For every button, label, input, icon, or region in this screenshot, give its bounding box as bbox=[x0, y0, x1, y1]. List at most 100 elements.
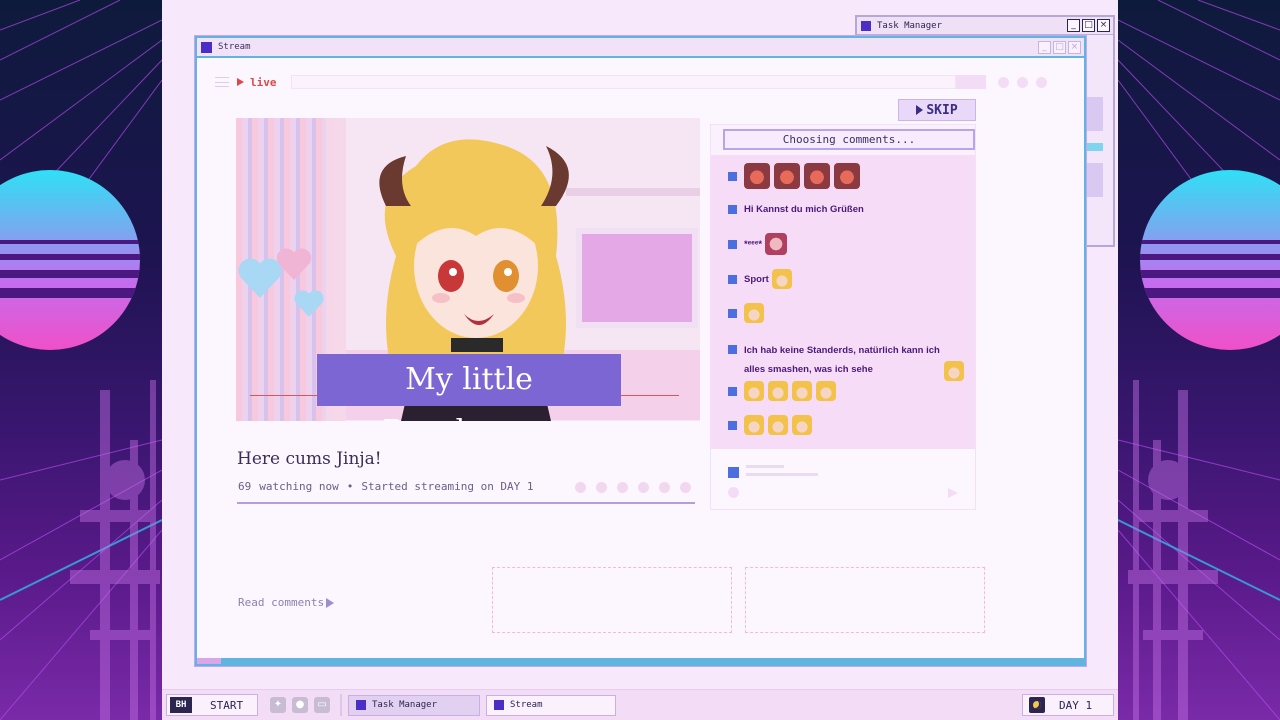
live-label: live bbox=[250, 75, 277, 89]
day-label: DAY 1 bbox=[1059, 698, 1093, 712]
window-icon bbox=[201, 41, 212, 53]
window-icon bbox=[861, 20, 871, 31]
video-caption: My little Pogchamps bbox=[317, 354, 621, 421]
taskbar: BH START ✦ ● ▭ Task Manager Stream DAY 1 bbox=[162, 689, 1118, 720]
chat-message[interactable] bbox=[728, 303, 768, 323]
emote-icon bbox=[768, 381, 788, 401]
desktop: Task Manager _ □ × Stream _ □ × live My … bbox=[162, 0, 1118, 720]
emote-icon bbox=[744, 163, 770, 189]
address-bar[interactable] bbox=[290, 75, 956, 89]
divider bbox=[237, 502, 695, 504]
twitter-icon[interactable]: ✦ bbox=[270, 697, 286, 713]
user-icon bbox=[728, 467, 739, 478]
emote-icon bbox=[771, 269, 792, 289]
stream-titlebar[interactable]: Stream _ □ × bbox=[197, 38, 1084, 58]
hamburger-icon[interactable] bbox=[215, 77, 229, 87]
chat-message[interactable] bbox=[728, 381, 840, 401]
started-label: Started streaming on DAY 1 bbox=[361, 480, 534, 493]
taskbar-separator bbox=[340, 694, 342, 716]
start-button[interactable]: BH START bbox=[166, 694, 258, 716]
emote-icon bbox=[765, 233, 788, 255]
progress-indicator bbox=[197, 658, 221, 664]
live-indicator: live bbox=[237, 76, 277, 89]
chat-message-text: *ᵉᵉᵉ* bbox=[744, 238, 763, 250]
address-bar-button[interactable] bbox=[955, 75, 986, 89]
room-monitor bbox=[576, 228, 698, 328]
machine-silhouette bbox=[70, 380, 160, 720]
read-comments-link[interactable]: Read comments bbox=[238, 596, 335, 609]
play-icon bbox=[916, 105, 924, 115]
caption-line-right bbox=[621, 395, 679, 396]
dot-button[interactable] bbox=[997, 76, 1009, 88]
user-icon bbox=[728, 420, 737, 430]
video-player[interactable]: My little Pogchamps bbox=[236, 118, 700, 421]
dot-button[interactable] bbox=[1016, 76, 1028, 88]
left-background-panel bbox=[0, 0, 162, 720]
emote-icon bbox=[944, 361, 964, 381]
heart-icon bbox=[294, 290, 324, 317]
maximize-icon[interactable]: □ bbox=[1082, 19, 1095, 32]
stream-window-bottom-bar bbox=[197, 658, 1084, 664]
emote-icon bbox=[744, 381, 764, 401]
user-icon bbox=[728, 171, 737, 181]
window-icon bbox=[494, 700, 504, 710]
chat-message[interactable]: *ᵉᵉᵉ* bbox=[728, 233, 791, 255]
meta-dots bbox=[575, 482, 691, 493]
start-logo-icon: BH bbox=[170, 697, 192, 713]
minimize-icon[interactable]: _ bbox=[1067, 19, 1080, 32]
emote-icon bbox=[816, 381, 836, 401]
play-icon bbox=[326, 597, 335, 608]
input-placeholder-line bbox=[746, 465, 784, 468]
watching-label: watching now bbox=[259, 480, 339, 493]
stream-window[interactable]: Stream _ □ × live My little Here cums Ji… bbox=[195, 36, 1086, 666]
emote-icon bbox=[804, 163, 830, 189]
chat-message-text: Sport bbox=[744, 273, 769, 285]
stream-title: Here cums Jinja! bbox=[237, 449, 382, 469]
heart-icon bbox=[276, 248, 312, 280]
chat-input[interactable] bbox=[711, 449, 975, 509]
meta-separator: • bbox=[346, 480, 354, 493]
stream-window-title: Stream bbox=[218, 42, 251, 52]
input-placeholder-line bbox=[746, 473, 818, 476]
close-icon[interactable]: × bbox=[1097, 19, 1110, 32]
user-icon bbox=[728, 205, 737, 214]
taskbar-stream[interactable]: Stream bbox=[486, 694, 616, 716]
chat-message[interactable]: Sport bbox=[728, 269, 796, 289]
task-label: Stream bbox=[510, 700, 543, 710]
chat-message[interactable]: Ich hab keine Standerds, natürlich kann … bbox=[728, 341, 968, 381]
empty-slot-box[interactable] bbox=[492, 567, 732, 633]
user-icon bbox=[728, 239, 737, 249]
taskbar-task-manager[interactable]: Task Manager bbox=[348, 694, 480, 716]
right-background-panel bbox=[1118, 0, 1280, 720]
emote-icon bbox=[774, 163, 800, 189]
window-icon bbox=[356, 700, 366, 710]
send-icon[interactable] bbox=[948, 488, 958, 498]
chat-message[interactable] bbox=[728, 163, 864, 189]
read-comments-label: Read comments bbox=[238, 596, 325, 609]
chat-bubble-icon[interactable]: ● bbox=[292, 697, 308, 713]
empty-slot-box[interactable] bbox=[745, 567, 985, 633]
system-tray[interactable]: DAY 1 bbox=[1022, 694, 1114, 716]
emoji-icon[interactable] bbox=[728, 487, 739, 498]
user-icon bbox=[728, 386, 737, 396]
chat-message[interactable]: Hi Kannst du mich Grüßen bbox=[728, 204, 864, 215]
dot-button[interactable] bbox=[1035, 76, 1047, 88]
close-icon[interactable]: × bbox=[1068, 40, 1081, 54]
task-label: Task Manager bbox=[372, 700, 438, 710]
user-icon bbox=[728, 345, 737, 354]
chat-message[interactable] bbox=[728, 415, 816, 435]
chat-message-text: Ich hab keine Standerds, natürlich kann … bbox=[744, 345, 940, 375]
monitor-icon[interactable]: ▭ bbox=[314, 697, 330, 713]
start-label: START bbox=[210, 698, 244, 712]
chat-panel: Choosing comments... Hi Kannst du mich G… bbox=[710, 124, 976, 510]
skip-label: SKIP bbox=[926, 102, 958, 118]
chat-message-text: Hi Kannst du mich Grüßen bbox=[744, 204, 864, 215]
skip-button[interactable]: SKIP bbox=[898, 99, 976, 121]
chat-messages: Hi Kannst du mich Grüßen *ᵉᵉᵉ* Sport Ich… bbox=[711, 155, 975, 449]
viewer-count: 69 bbox=[238, 480, 252, 493]
task-manager-title: Task Manager bbox=[877, 20, 943, 31]
task-manager-titlebar[interactable]: Task Manager _ □ × bbox=[857, 17, 1113, 35]
minimize-icon[interactable]: _ bbox=[1038, 40, 1051, 54]
maximize-icon[interactable]: □ bbox=[1053, 40, 1066, 54]
play-icon bbox=[237, 78, 244, 86]
